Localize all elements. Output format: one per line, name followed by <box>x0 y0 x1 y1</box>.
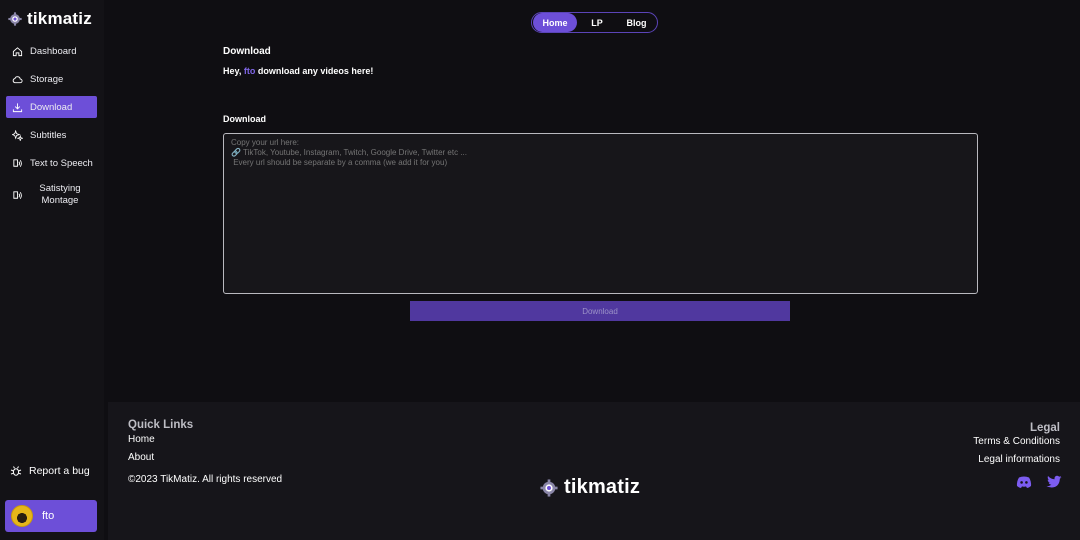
footer: Quick Links Home About ©2023 TikMatiz. A… <box>108 402 1080 540</box>
social-links <box>1016 475 1062 489</box>
url-input[interactable] <box>223 133 978 294</box>
sidebar: tikmatiz Dashboard Storage Download Subt… <box>0 0 104 540</box>
home-icon <box>11 45 23 57</box>
greeting-suffix: download any videos here! <box>257 66 374 76</box>
greeting-username: fto <box>243 66 256 76</box>
page-title: Download <box>223 46 271 57</box>
logo-gear-icon <box>8 12 22 26</box>
cloud-icon <box>11 73 23 85</box>
sidebar-item-satisfying-montage[interactable]: Satistying Montage <box>6 180 97 210</box>
report-bug-link[interactable]: Report a bug <box>10 465 90 477</box>
legal-title: Legal <box>1029 422 1060 434</box>
sidebar-item-label: Text to Speech <box>30 157 93 169</box>
sidebar-item-label: Dashboard <box>30 45 77 57</box>
discord-icon[interactable] <box>1016 475 1032 489</box>
sparkles-icon <box>11 129 23 141</box>
sidebar-item-download[interactable]: Download <box>6 96 97 118</box>
tab-home[interactable]: Home <box>533 13 577 32</box>
sidebar-item-label: Subtitles <box>30 129 67 141</box>
user-profile-button[interactable]: fto <box>5 500 97 532</box>
sidebar-nav: Dashboard Storage Download Subtitles Tex… <box>6 40 97 216</box>
avatar <box>11 505 33 527</box>
sidebar-item-storage[interactable]: Storage <box>6 68 97 90</box>
footer-logo: tikmatiz <box>540 476 640 499</box>
quick-links-title: Quick Links <box>128 419 194 431</box>
sidebar-item-subtitles[interactable]: Subtitles <box>6 124 97 146</box>
logo-text: tikmatiz <box>27 9 92 28</box>
app-logo[interactable]: tikmatiz <box>8 9 92 29</box>
twitter-icon[interactable] <box>1046 475 1062 489</box>
user-name: fto <box>42 510 55 522</box>
greeting-prefix: Hey, <box>223 66 242 76</box>
sidebar-item-label: Download <box>30 101 73 113</box>
download-icon <box>11 101 23 113</box>
footer-link-terms[interactable]: Terms & Conditions <box>973 436 1060 447</box>
copyright-text: ©2023 TikMatiz. All rights reserved <box>128 474 283 485</box>
tab-blog[interactable]: Blog <box>617 13 656 32</box>
sidebar-item-dashboard[interactable]: Dashboard <box>6 40 97 62</box>
app-root: tikmatiz Dashboard Storage Download Subt… <box>0 0 1080 540</box>
sidebar-item-label: Storage <box>30 73 64 85</box>
top-tabs: Home LP Blog <box>531 12 658 33</box>
footer-logo-text: tikmatiz <box>564 476 641 498</box>
download-section-label: Download <box>223 114 266 124</box>
speech-icon <box>11 157 23 169</box>
greeting-text: Hey, fto download any videos here! <box>223 66 373 76</box>
footer-link-about[interactable]: About <box>128 452 154 463</box>
report-bug-label: Report a bug <box>29 465 90 477</box>
download-button[interactable]: Download <box>410 301 790 321</box>
tab-lp[interactable]: LP <box>577 13 617 32</box>
bug-icon <box>10 466 22 476</box>
montage-icon <box>11 189 23 201</box>
footer-link-home[interactable]: Home <box>128 434 155 445</box>
sidebar-item-text-to-speech[interactable]: Text to Speech <box>6 152 97 174</box>
sidebar-item-label: Satistying Montage <box>39 183 81 206</box>
footer-link-legal-info[interactable]: Legal informations <box>978 454 1060 465</box>
logo-gear-icon <box>540 478 558 497</box>
